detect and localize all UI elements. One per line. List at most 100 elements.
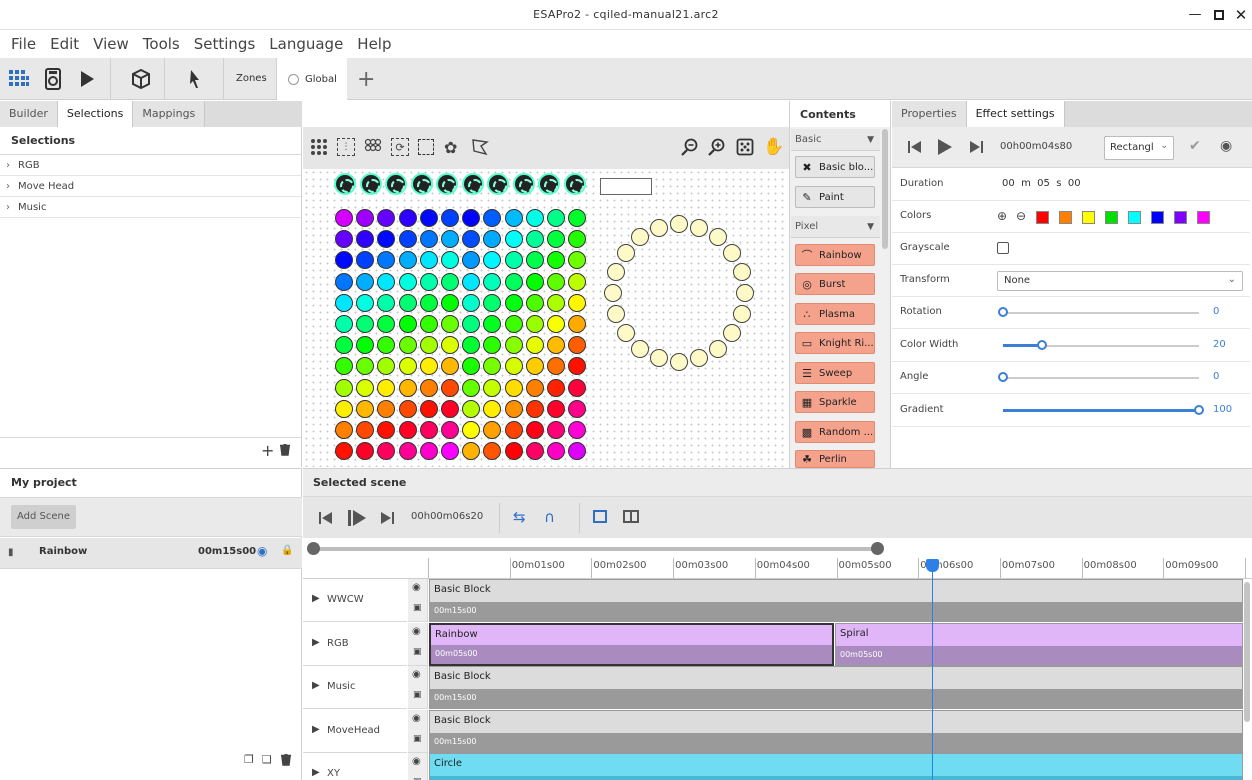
led-pixel[interactable]: [356, 378, 375, 397]
led-pixel[interactable]: [398, 336, 417, 355]
add-zone-button[interactable]: +: [357, 67, 375, 92]
effect-knight-rider[interactable]: ▭ Knight Ri...: [795, 332, 875, 354]
timeline-clip[interactable]: Circle: [429, 753, 1243, 780]
led-pixel[interactable]: [547, 251, 565, 270]
led-pixel[interactable]: [356, 357, 375, 376]
fit-timeline-icon[interactable]: [593, 510, 607, 523]
dot-select-icon[interactable]: [364, 138, 382, 156]
led-pixel[interactable]: [483, 293, 502, 312]
ring-pixel[interactable]: [723, 243, 742, 262]
led-pixel[interactable]: [483, 315, 502, 333]
lock-icon[interactable]: ▣: [413, 603, 422, 613]
fit-view-icon[interactable]: [736, 138, 754, 156]
led-pixel[interactable]: [483, 421, 502, 439]
led-pixel[interactable]: [419, 421, 438, 439]
cursor-button[interactable]: [180, 64, 210, 94]
led-pixel[interactable]: [356, 293, 375, 312]
led-pixel[interactable]: [441, 357, 459, 376]
shape-select[interactable]: Rectangl ⌄: [1104, 136, 1174, 160]
slider-knob[interactable]: [998, 307, 1008, 317]
led-pixel[interactable]: [377, 272, 396, 291]
led-pixel[interactable]: [335, 315, 353, 333]
ring-pixel[interactable]: [607, 305, 626, 324]
led-pixel[interactable]: [356, 399, 375, 418]
circle-select-icon[interactable]: ⟳: [391, 138, 409, 156]
selection-item-rgb[interactable]: › RGB: [0, 155, 301, 176]
led-pixel[interactable]: [483, 230, 502, 249]
minimize-button[interactable]: —: [1188, 8, 1202, 22]
led-pixel[interactable]: [335, 251, 353, 270]
track-header[interactable]: ▶ MoveHead: [303, 709, 407, 753]
led-pixel[interactable]: [377, 315, 396, 333]
effect-sparkle[interactable]: ▦ Sparkle: [795, 391, 875, 413]
led-pixel[interactable]: [504, 357, 523, 376]
led-pixel[interactable]: [483, 336, 502, 355]
led-pixel[interactable]: [547, 378, 565, 397]
led-pixel[interactable]: [483, 378, 502, 397]
led-pixel[interactable]: [504, 378, 523, 397]
tab-contents[interactable]: Contents: [790, 101, 890, 127]
led-pixel[interactable]: [525, 293, 544, 312]
led-pixel[interactable]: [419, 442, 438, 461]
led-pixel[interactable]: [462, 399, 481, 418]
led-pixel[interactable]: [441, 399, 459, 418]
visibility-eye-icon[interactable]: ◉: [412, 756, 421, 767]
effect-burst[interactable]: ◎ Burst: [795, 273, 875, 295]
close-button[interactable]: ✕: [1234, 8, 1248, 23]
lock-icon[interactable]: 🔒: [281, 545, 293, 556]
led-pixel[interactable]: [398, 399, 417, 418]
skip-back-button[interactable]: [908, 141, 921, 156]
led-pixel[interactable]: [525, 230, 544, 249]
ring-pixel[interactable]: [708, 228, 727, 247]
led-pixel[interactable]: [568, 209, 587, 227]
led-pixel[interactable]: [504, 315, 523, 333]
zoom-in-icon[interactable]: [708, 138, 726, 156]
delete-selection-button[interactable]: [280, 443, 290, 459]
led-pixel[interactable]: [568, 357, 587, 376]
led-pixel[interactable]: [377, 399, 396, 418]
color-swatch[interactable]: [1036, 211, 1049, 224]
ring-pixel[interactable]: [690, 218, 709, 237]
add-scene-button[interactable]: Add Scene: [11, 505, 77, 529]
effect-play-button[interactable]: [938, 139, 952, 158]
tab-selections[interactable]: Selections: [57, 101, 134, 127]
led-pixel[interactable]: [356, 230, 375, 249]
preview-eye-icon[interactable]: ◉: [1220, 138, 1232, 154]
lock-icon[interactable]: ▣: [413, 690, 422, 700]
ring-pixel[interactable]: [607, 262, 626, 281]
ring-pixel[interactable]: [723, 324, 742, 343]
led-pixel[interactable]: [356, 442, 375, 461]
selection-item-music[interactable]: › Music: [0, 197, 301, 218]
play-button[interactable]: [72, 64, 102, 94]
visibility-eye-icon[interactable]: ◉: [412, 669, 421, 680]
eye-icon[interactable]: ◉: [257, 544, 267, 558]
led-pixel[interactable]: [356, 336, 375, 355]
led-pixel[interactable]: [356, 209, 375, 227]
lock-icon[interactable]: ▣: [413, 734, 422, 744]
led-pixel[interactable]: [462, 251, 481, 270]
apply-check-icon[interactable]: ✔: [1189, 138, 1201, 154]
scene-skip-forward-button[interactable]: [381, 512, 394, 527]
timeline-range-bar[interactable]: [313, 547, 877, 551]
led-grid-button[interactable]: [4, 64, 34, 94]
color-swatch[interactable]: [1174, 211, 1187, 224]
led-pixel[interactable]: [419, 209, 438, 227]
timeline-clip[interactable]: Basic Block 00m15s00: [429, 579, 1243, 622]
led-pixel[interactable]: [547, 442, 565, 461]
led-pixel[interactable]: [525, 421, 544, 439]
led-pixel[interactable]: [441, 209, 459, 227]
menu-language[interactable]: Language: [269, 30, 343, 58]
color-swatch[interactable]: [1151, 211, 1164, 224]
led-pixel[interactable]: [441, 272, 459, 291]
fan-fixture[interactable]: [538, 173, 560, 195]
led-pixel[interactable]: [377, 357, 396, 376]
ring-pixel[interactable]: [604, 284, 622, 302]
led-pixel[interactable]: [398, 272, 417, 291]
range-end-handle[interactable]: [871, 542, 884, 555]
led-pixel[interactable]: [335, 378, 353, 397]
lasso-icon[interactable]: ✿: [444, 138, 457, 157]
visibility-eye-icon[interactable]: ◉: [412, 713, 421, 724]
led-pixel[interactable]: [441, 315, 459, 333]
led-pixel[interactable]: [525, 378, 544, 397]
led-pixel[interactable]: [398, 378, 417, 397]
